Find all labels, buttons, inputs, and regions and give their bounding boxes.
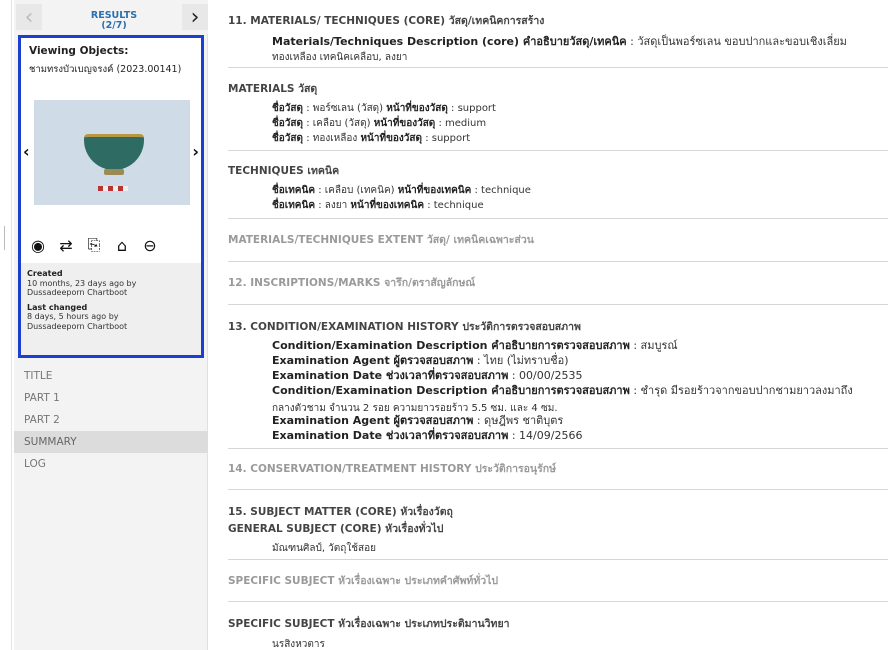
sidebar: ‹ RESULTS (2/7) › Viewing Objects: ชามทร… (14, 0, 208, 650)
technique-row: ชื่อเทคนิค : เคลือบ (เทคนิค) หน้าที่ของเ… (272, 185, 531, 196)
section-specific-subject-general: SPECIFIC SUBJECT หัวเรื่องเฉพาะ ประเภทคำ… (228, 572, 888, 589)
created-by: Dussadeeporn Chartboot (27, 288, 128, 297)
eye-icon[interactable]: ◉ (29, 236, 47, 255)
examination-date: Examination Date ช่วงเวลาที่ตรวจสอบสภาพ … (272, 369, 583, 382)
section-materials-techniques: 11. MATERIALS/ TECHNIQUES (CORE) วัสดุ/เ… (228, 12, 888, 29)
material-row: ชื่อวัสดุ : พอร์ซเลน (วัสดุ) หน้าที่ของว… (272, 103, 496, 114)
section-heading: 11. MATERIALS/ TECHNIQUES (CORE) วัสดุ/เ… (228, 15, 545, 27)
home-icon[interactable]: ⌂ (113, 236, 131, 255)
scale-bar (98, 186, 128, 191)
retweet-icon[interactable]: ⇄ (57, 236, 75, 255)
object-metadata: Created 10 months, 23 days ago by Dussad… (21, 263, 201, 355)
materials-techniques-description-cont: ทองเหลือง เทคนิคเคลือบ, ลงยา (272, 52, 408, 63)
changed-label: Last changed (27, 302, 88, 312)
edge-marker (4, 226, 5, 250)
technique-row: ชื่อเทคนิค : ลงยา หน้าที่ของเทคนิค : tec… (272, 200, 484, 211)
next-result-button[interactable]: › (182, 4, 208, 30)
created-label: Created (27, 269, 63, 278)
section-condition-history: 13. CONDITION/EXAMINATION HISTORY ประวัต… (228, 318, 888, 335)
divider (228, 559, 888, 560)
condition-description: Condition/Examination Description คำอธิบ… (272, 384, 853, 397)
section-heading[interactable]: 12. INSCRIPTIONS/MARKS จารึก/ตราสัญลักษณ… (228, 274, 888, 291)
menu-item-log[interactable]: LOG (14, 453, 208, 475)
divider (228, 601, 888, 602)
section-heading: MATERIALS วัสดุ (228, 83, 318, 95)
bowl-foot (104, 169, 124, 175)
general-subject-value: มัณฑนศิลป์, วัตถุใช้สอย (272, 543, 376, 554)
divider (228, 261, 888, 262)
material-row: ชื่อวัสดุ : เคลือบ (วัสดุ) หน้าที่ของวัส… (272, 118, 487, 129)
section-techniques: TECHNIQUES เทคนิค (228, 162, 888, 179)
section-heading: TECHNIQUES เทคนิค (228, 165, 340, 177)
chevron-left-icon: ‹ (24, 4, 34, 30)
section-conservation-history: 14. CONSERVATION/TREATMENT HISTORY ประวั… (228, 460, 888, 477)
window-edge (0, 0, 12, 650)
menu-item-part-1[interactable]: PART 1 (14, 387, 208, 409)
section-materials-techniques-extent: MATERIALS/TECHNIQUES EXTENT วัสดุ/ เทคนิ… (228, 231, 888, 248)
previous-result-button[interactable]: ‹ (16, 4, 42, 30)
section-heading[interactable]: SPECIFIC SUBJECT หัวเรื่องเฉพาะ ประเภทคำ… (228, 572, 888, 589)
examination-date: Examination Date ช่วงเวลาที่ตรวจสอบสภาพ … (272, 429, 583, 442)
changed-value: 8 days, 5 hours ago by (27, 312, 119, 321)
section-heading: 15. SUBJECT MATTER (CORE) หัวเรื่องวัตถุ (228, 506, 453, 518)
divider (228, 304, 888, 305)
section-subheading: GENERAL SUBJECT (CORE) หัวเรื่องทั่วไป (228, 523, 444, 535)
divider (228, 448, 888, 449)
specific-subject-value: นรสิงหวตาร (272, 639, 325, 650)
summary-content: 11. MATERIALS/ TECHNIQUES (CORE) วัสดุ/เ… (228, 0, 888, 650)
image-prev-arrow-icon[interactable]: ‹ (23, 142, 30, 161)
created-value: 10 months, 23 days ago by (27, 278, 137, 288)
viewer-title: Viewing Objects: (29, 45, 129, 57)
menu-item-title[interactable]: TITLE (14, 365, 208, 387)
image-next-arrow-icon[interactable]: › (192, 142, 199, 161)
divider (228, 218, 888, 219)
section-heading[interactable]: MATERIALS/TECHNIQUES EXTENT วัสดุ/ เทคนิ… (228, 231, 888, 248)
menu-item-part-2[interactable]: PART 2 (14, 409, 208, 431)
bowl-shape (84, 134, 144, 170)
object-name[interactable]: ชามทรงบัวเบญจรงค์ (2023.00141) (29, 62, 181, 77)
minus-circle-icon[interactable]: ⊖ (141, 236, 159, 255)
object-viewer-panel: Viewing Objects: ชามทรงบัวเบญจรงค์ (2023… (18, 35, 204, 358)
material-row: ชื่อวัสดุ : ทองเหลือง หน้าที่ของวัสดุ : … (272, 133, 471, 144)
object-image[interactable] (34, 100, 190, 205)
examination-agent: Examination Agent ผู้ตรวจสอบสภาพ : ดุษฎี… (272, 414, 564, 427)
results-count: (2/7) (101, 21, 127, 29)
section-heading: 13. CONDITION/EXAMINATION HISTORY ประวัต… (228, 321, 581, 333)
results-label: RESULTS (90, 10, 138, 21)
condition-description: Condition/Examination Description คำอธิบ… (272, 339, 678, 352)
copy-icon[interactable]: ⎘ (85, 235, 103, 254)
menu-item-summary[interactable]: SUMMARY (14, 431, 208, 453)
materials-techniques-description: Materials/Techniques Description (core) … (272, 35, 847, 48)
section-heading: SPECIFIC SUBJECT หัวเรื่องเฉพาะ ประเภทปร… (228, 618, 510, 630)
divider (228, 150, 888, 151)
section-inscriptions: 12. INSCRIPTIONS/MARKS จารึก/ตราสัญลักษณ… (228, 274, 888, 291)
divider (228, 489, 888, 490)
section-heading[interactable]: 14. CONSERVATION/TREATMENT HISTORY ประวั… (228, 460, 888, 477)
divider (228, 67, 888, 68)
section-specific-subject-iconography: SPECIFIC SUBJECT หัวเรื่องเฉพาะ ประเภทปร… (228, 615, 888, 632)
changed-by: Dussadeeporn Chartboot (27, 321, 128, 331)
examination-agent: Examination Agent ผู้ตรวจสอบสภาพ : ไทย (… (272, 354, 569, 367)
section-menu: TITLE PART 1 PART 2 SUMMARY LOG (14, 365, 208, 475)
object-toolbar: ◉ ⇄ ⎘ ⌂ ⊖ (29, 235, 159, 255)
section-materials: MATERIALS วัสดุ (228, 80, 888, 97)
chevron-right-icon: › (190, 4, 200, 30)
section-subject-matter: 15. SUBJECT MATTER (CORE) หัวเรื่องวัตถุ… (228, 503, 888, 537)
results-navigation: ‹ RESULTS (2/7) › (14, 0, 208, 34)
